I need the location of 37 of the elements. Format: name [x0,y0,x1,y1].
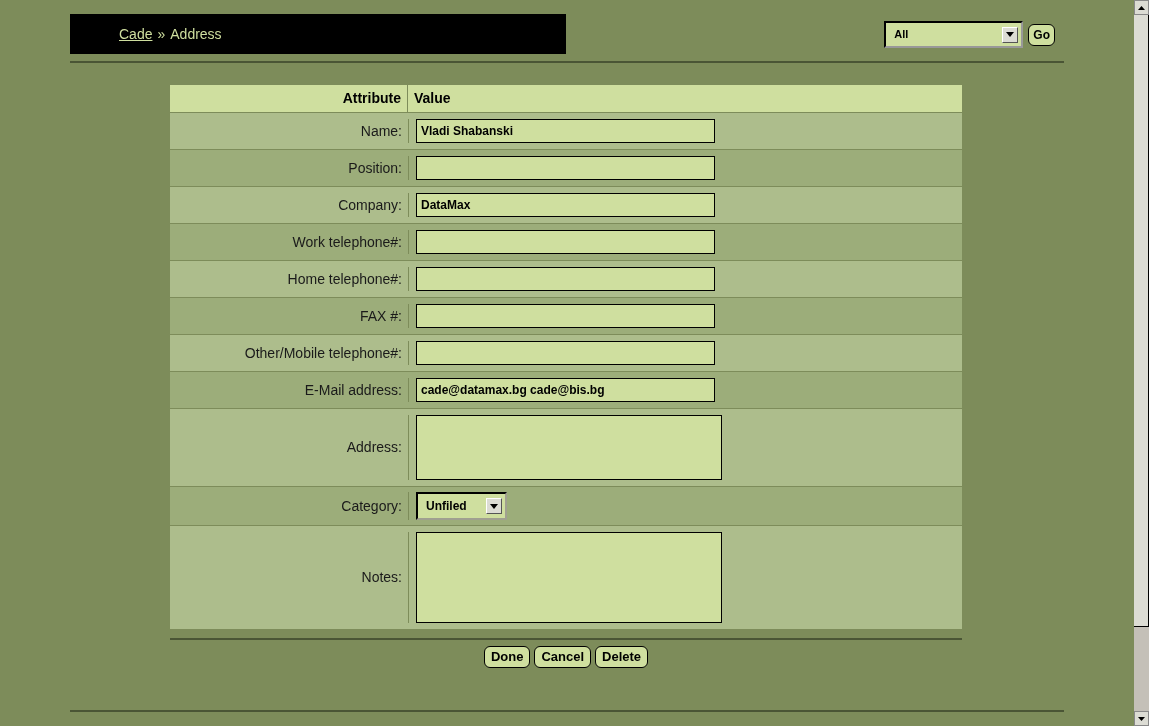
field-label: Notes: [360,568,403,587]
column-header: Value [413,89,452,108]
breadcrumb-current: Address [170,24,222,44]
field-label: E-Mail address: [303,380,403,400]
text-input-field[interactable] [416,230,715,254]
column-header: Attribute [170,85,408,112]
text-input-field[interactable] [416,341,715,365]
form-button[interactable]: Delete [595,646,649,668]
form-button[interactable]: Cancel [534,646,592,668]
field-label: Category: [340,496,403,516]
text-input-field[interactable]: cade@datamax.bg cade@bis.bg [416,378,715,402]
text-area-field[interactable] [416,532,722,623]
scroll-down-icon[interactable] [1138,716,1145,721]
field-label: Other/Mobile telephone#: [243,343,403,363]
text-input-field[interactable] [416,156,715,180]
category-dropdown[interactable]: Unfiled [416,492,507,520]
scrollbar[interactable] [1134,0,1149,726]
text-input-field[interactable] [416,267,715,291]
text-input-field[interactable]: Vladi Shabanski [416,119,715,143]
field-label: Name: [359,121,403,141]
dropdown-value: Unfiled [426,498,467,515]
field-label: Home telephone#: [286,269,403,289]
dropdown-value: All [894,27,909,43]
scroll-up-icon[interactable] [1138,5,1145,10]
breadcrumb-separator: » [157,24,166,44]
form-button[interactable]: Done [483,646,531,668]
breadcrumb-link[interactable]: Cade [119,23,153,45]
field-label: Company: [337,195,403,215]
field-label: Position: [347,158,403,178]
field-label: Address: [345,438,403,457]
filter-dropdown[interactable]: All [884,21,1024,48]
text-input-field[interactable]: DataMax [416,193,715,217]
field-label: FAX #: [358,306,403,326]
text-input-field[interactable] [416,304,715,328]
go-button[interactable]: Go [1028,23,1055,46]
text-area-field[interactable] [416,415,722,480]
field-label: Work telephone#: [291,232,403,252]
